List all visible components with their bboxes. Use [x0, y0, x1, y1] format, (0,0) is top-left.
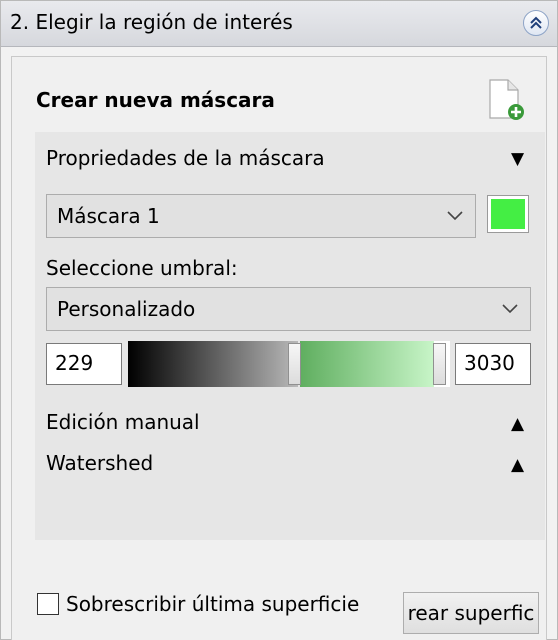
mask-color-swatch — [491, 199, 525, 229]
panel-title: 2. Elegir la región de interés — [10, 10, 293, 34]
mask-select-value: Máscara 1 — [57, 204, 160, 228]
overwrite-surface-checkbox[interactable] — [37, 593, 59, 615]
create-mask-heading: Crear nueva máscara — [36, 88, 275, 112]
threshold-range-slider[interactable] — [128, 341, 450, 387]
chevron-down-icon — [447, 211, 463, 221]
threshold-min-handle[interactable] — [288, 343, 301, 385]
new-mask-document-icon[interactable] — [486, 78, 526, 122]
threshold-gradient-selected — [300, 341, 434, 387]
threshold-preset-value: Personalizado — [57, 297, 196, 321]
watershed-toggle[interactable]: ▲ — [511, 455, 524, 475]
manual-edit-section-title: Edición manual — [46, 410, 200, 434]
overwrite-surface-label: Sobrescribir última superficie — [66, 592, 360, 616]
mask-properties-title: Propriedades de la máscara — [46, 146, 325, 170]
properties-toggle[interactable]: ▼ — [511, 149, 524, 169]
threshold-max-input[interactable]: 3030 — [455, 343, 531, 385]
mask-color-button[interactable] — [487, 195, 529, 233]
mask-select[interactable]: Máscara 1 — [46, 194, 476, 238]
watershed-section-title: Watershed — [46, 451, 154, 475]
create-surface-button[interactable]: rear superfic — [403, 592, 539, 634]
threshold-min-input[interactable]: 229 — [46, 343, 122, 385]
threshold-gradient-below — [128, 341, 298, 387]
threshold-preset-select[interactable]: Personalizado — [46, 287, 531, 331]
threshold-max-handle[interactable] — [433, 343, 446, 385]
manual-edit-toggle[interactable]: ▲ — [511, 414, 524, 434]
threshold-label: Seleccione umbral: — [46, 256, 238, 280]
double-chevron-up-icon[interactable] — [523, 10, 549, 36]
chevron-down-icon — [502, 304, 518, 314]
